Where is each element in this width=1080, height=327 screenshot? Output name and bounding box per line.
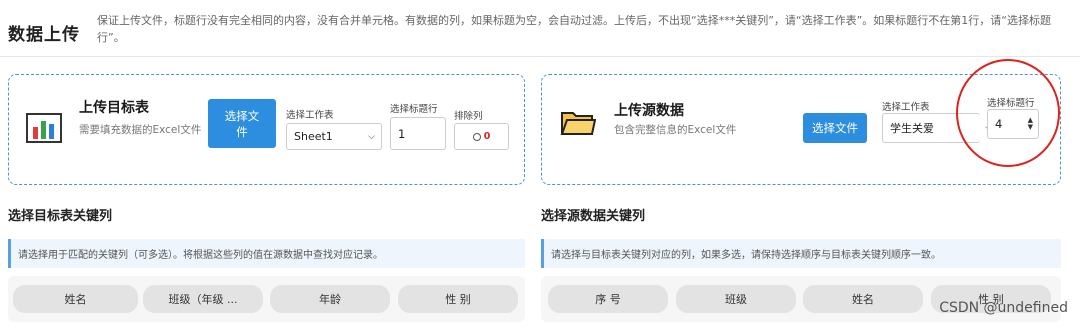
source-sheet-label: 选择工作表 — [882, 102, 930, 113]
source-card-title: 上传源数据 — [614, 103, 684, 119]
sheet-select-value: 学生关爱 — [890, 122, 934, 135]
target-keys-title: 选择目标表关键列 — [8, 209, 113, 224]
target-upload-card: 上传目标表 需要填充数据的Excel文件 选择文件 选择工作表 Sheet1 ⌵… — [8, 74, 525, 185]
folder-icon — [560, 107, 597, 141]
circle-icon — [472, 132, 481, 141]
watermark: CSDN @undefined — [939, 300, 1068, 316]
key-column-chip[interactable]: 姓名 — [803, 285, 923, 313]
target-card-desc: 需要填充数据的Excel文件 — [79, 124, 202, 136]
target-title-row-input[interactable]: 1 — [390, 117, 446, 150]
exclude-columns-label: 排除列 — [454, 111, 483, 122]
key-column-chip[interactable]: 班级 — [676, 285, 796, 313]
choose-file-label: 选择文件 — [224, 108, 260, 139]
target-sheet-select[interactable]: Sheet1 ⌵ — [286, 123, 382, 150]
target-choose-file-button[interactable]: 选择文件 — [208, 99, 276, 148]
page-title: 数据上传 — [8, 25, 80, 45]
chevron-down-icon: ⌵ — [368, 131, 375, 142]
key-column-chip[interactable]: 姓名 — [13, 285, 138, 313]
upload-notice: 保证上传文件，标题行没有完全相同的内容，没有合并单元格。有数据的列，如果标题为空… — [97, 14, 1051, 44]
target-key-column-list: 姓名 班级（年级 ... 年龄 性 别 — [8, 276, 525, 322]
choose-file-label: 选择文件 — [812, 121, 858, 135]
key-column-chip[interactable]: 序 号 — [548, 285, 668, 313]
target-title-row-label: 选择标题行 — [390, 104, 438, 115]
key-column-chip[interactable]: 年龄 — [270, 285, 390, 313]
target-keys-hint: 请选择用于匹配的关键列（可多选）。将根据这些列的值在源数据中查找对应记录。 — [8, 239, 525, 268]
bar-chart-icon — [26, 113, 62, 147]
source-keys-hint: 请选择与目标表关键列对应的列，如果多选，请保持选择顺序与目标表关键列顺序一致。 — [541, 239, 1061, 268]
exclude-columns-button[interactable]: 0 — [454, 123, 509, 150]
highlight-circle — [956, 59, 1060, 167]
source-keys-title: 选择源数据关键列 — [541, 209, 646, 224]
key-column-chip[interactable]: 班级（年级 ... — [143, 285, 263, 313]
target-sheet-label: 选择工作表 — [286, 110, 334, 121]
exclude-count-badge: 0 — [483, 131, 491, 142]
title-row-value: 1 — [398, 126, 406, 141]
page-header: 数据上传 保证上传文件，标题行没有完全相同的内容，没有合并单元格。有数据的列，如… — [0, 0, 1080, 57]
source-choose-file-button[interactable]: 选择文件 — [803, 113, 867, 143]
sheet-select-value: Sheet1 — [294, 130, 333, 143]
key-column-chip[interactable]: 性 别 — [398, 285, 518, 313]
source-card-desc: 包含完整信息的Excel文件 — [614, 124, 737, 136]
target-card-title: 上传目标表 — [79, 100, 149, 116]
